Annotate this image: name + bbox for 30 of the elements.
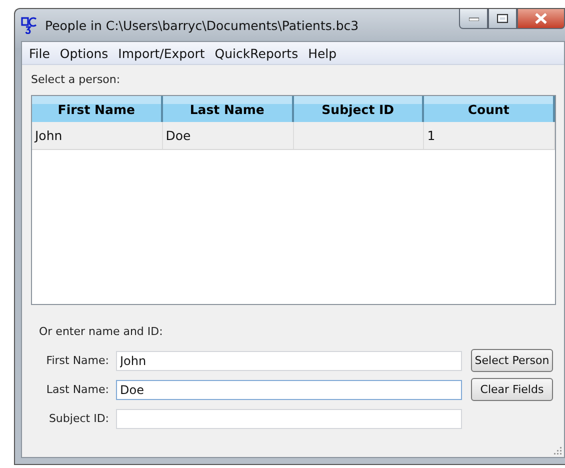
column-header[interactable]: First Name [32,96,163,122]
menu-item[interactable]: File [24,44,55,62]
close-icon [535,13,547,24]
field-label: First Name: [45,354,109,367]
window-title: People in C:\Users\barryc\Documents\Patients.bc3 [45,18,359,32]
input-field[interactable] [116,408,462,428]
column-header[interactable]: Count [424,96,555,122]
table-caption: Select a person: [31,73,122,86]
form-caption: Or enter name and ID: [39,325,164,338]
field-label: Subject ID: [48,412,109,425]
maximize-button[interactable] [488,9,517,29]
table-cell: 1 [424,122,555,149]
column-header[interactable]: Last Name [162,96,294,122]
minimize-icon [468,16,478,20]
app-logo-icon [21,16,39,34]
table-cell: Doe [162,122,294,149]
menu-item[interactable]: Options [54,44,114,62]
maximize-icon [497,14,508,23]
resize-grip-icon[interactable] [552,445,562,455]
close-button[interactable] [517,9,565,29]
minimize-button[interactable] [459,9,488,29]
column-header[interactable]: Subject ID [294,96,424,122]
field-label: Last Name: [45,383,109,396]
action-button[interactable]: Select Person [471,349,553,372]
action-button[interactable]: Clear Fields [471,378,553,401]
menu-item[interactable]: Import/Export [113,44,210,62]
menu-item[interactable]: Help [303,44,342,62]
input-field[interactable]: Doe [116,380,462,400]
menu-item[interactable]: QuickReports [210,44,304,62]
table-cell: John [32,122,163,149]
